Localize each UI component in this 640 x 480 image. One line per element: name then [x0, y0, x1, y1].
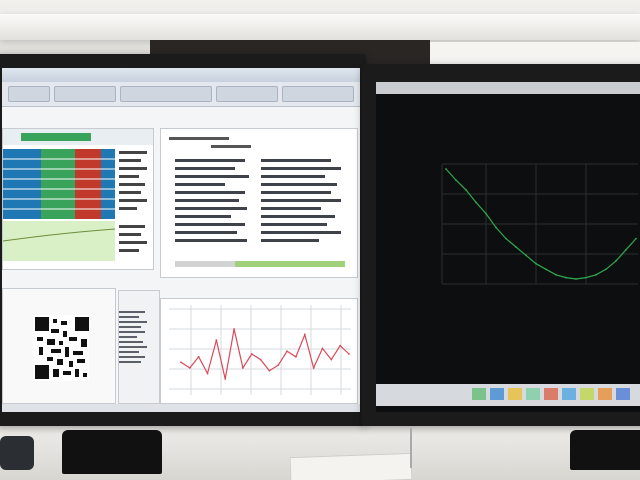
side-list-panel: [118, 290, 160, 404]
background-window: [430, 42, 640, 64]
data-point: [250, 353, 253, 355]
data-point: [575, 278, 577, 280]
data-point: [495, 226, 497, 229]
left-monitor: [0, 54, 366, 426]
data-point: [339, 344, 342, 347]
data-point: [585, 276, 587, 279]
data-point: [188, 366, 191, 369]
taskbar-thumb[interactable]: [562, 388, 576, 400]
taskbar-thumb[interactable]: [598, 388, 612, 400]
data-point: [330, 358, 333, 361]
data-point: [348, 353, 350, 355]
data-point: [595, 273, 597, 276]
taskbar-thumb[interactable]: [544, 388, 558, 400]
data-point: [312, 366, 315, 369]
data-point: [505, 237, 507, 240]
toolbar-button[interactable]: [282, 86, 354, 102]
cable: [410, 428, 412, 468]
taskbar-thumb[interactable]: [490, 388, 504, 400]
data-point: [295, 355, 297, 358]
data-point: [605, 268, 607, 271]
window-title-bar[interactable]: [2, 68, 360, 82]
right-screen: [376, 82, 640, 412]
data-point: [233, 328, 235, 330]
right-taskbar: [376, 384, 640, 406]
taskbar-thumb[interactable]: [580, 388, 594, 400]
data-point: [224, 378, 227, 380]
text-report-graphic: [169, 137, 345, 267]
data-point: [525, 254, 527, 257]
right-toolbar[interactable]: [376, 82, 640, 94]
data-point: [445, 168, 447, 170]
data-point: [615, 259, 617, 262]
data-point: [635, 237, 637, 240]
dark-line-chart: [441, 163, 638, 285]
camera-device: [0, 436, 34, 470]
data-point: [286, 350, 289, 353]
ceiling-beam: [0, 14, 640, 40]
taskbar-thumb[interactable]: [508, 388, 522, 400]
data-point: [545, 268, 547, 271]
taskbar-thumb[interactable]: [616, 388, 630, 400]
data-point: [241, 366, 244, 369]
office-scene: [0, 0, 640, 480]
taskbar-thumb[interactable]: [526, 388, 540, 400]
data-point: [455, 179, 457, 182]
data-point: [215, 339, 218, 342]
toolbar-button[interactable]: [8, 86, 50, 102]
series-line: [180, 328, 350, 380]
toolbar: [2, 82, 360, 107]
data-point: [535, 262, 537, 265]
toolbar-button[interactable]: [120, 86, 212, 102]
heatmap-graphic: [3, 129, 153, 261]
right-monitor-stand: [570, 430, 640, 470]
qr-code-panel: [2, 288, 116, 404]
status-bar: [2, 404, 360, 412]
data-point: [515, 246, 517, 248]
data-point: [180, 361, 182, 364]
right-monitor: [362, 64, 640, 426]
line-chart: [169, 305, 351, 395]
data-point: [555, 273, 557, 276]
data-point: [565, 276, 567, 279]
data-point: [206, 372, 209, 375]
left-monitor-stand: [62, 430, 162, 474]
line-chart-panel: [160, 298, 358, 404]
data-point: [465, 188, 467, 191]
data-point: [303, 333, 306, 336]
data-point: [197, 355, 200, 358]
toolbar-button[interactable]: [216, 86, 278, 102]
data-point: [475, 201, 477, 204]
data-point: [625, 248, 627, 251]
toolbar-button[interactable]: [54, 86, 116, 102]
data-point: [268, 369, 271, 372]
heatmap-panel: [2, 128, 154, 270]
desk-papers: [289, 452, 413, 480]
left-screen: [2, 68, 360, 412]
text-report-panel: [160, 128, 358, 278]
data-point: [277, 364, 280, 367]
data-point: [259, 358, 262, 361]
data-point: [485, 212, 487, 215]
data-point: [321, 347, 324, 350]
qr-code-icon: [33, 315, 89, 381]
taskbar-thumb[interactable]: [472, 388, 486, 400]
